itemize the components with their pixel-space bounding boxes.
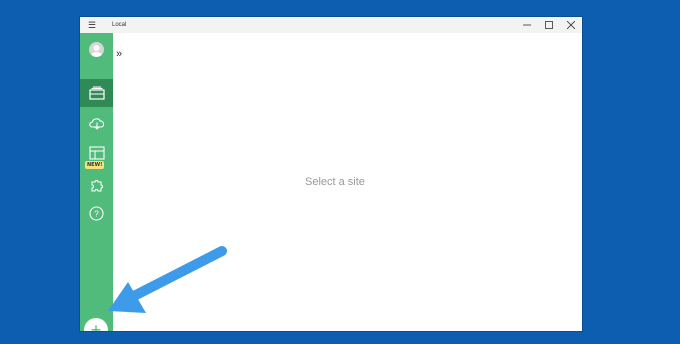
maximize-icon[interactable] — [538, 17, 560, 33]
app-window: ☰ Local NEW! ? + » Select a site — [80, 17, 582, 331]
empty-state-message: Select a site — [305, 176, 365, 188]
sidebar-item-sites[interactable] — [80, 79, 113, 107]
avatar — [89, 41, 104, 57]
title-bar: ☰ Local — [80, 17, 582, 33]
new-badge: NEW! — [85, 161, 105, 169]
cloud-icon — [88, 118, 104, 130]
sidebar-item-addons[interactable] — [80, 171, 113, 199]
puzzle-icon — [91, 180, 103, 192]
close-icon[interactable] — [560, 17, 582, 33]
sidebar-item-help[interactable]: ? — [80, 199, 113, 227]
blueprint-icon — [88, 146, 105, 160]
expand-sidebar-icon[interactable]: » — [116, 48, 122, 60]
sidebar-item-connect[interactable] — [80, 109, 113, 137]
window-title: Local — [112, 22, 127, 28]
svg-text:?: ? — [94, 209, 99, 218]
sidebar: NEW! ? + — [80, 33, 113, 331]
help-icon: ? — [89, 205, 104, 221]
sites-stack-icon — [88, 86, 105, 100]
minimize-icon[interactable] — [516, 17, 538, 33]
add-site-button[interactable]: + — [84, 318, 108, 331]
user-avatar[interactable] — [80, 35, 113, 63]
hamburger-icon[interactable]: ☰ — [80, 17, 104, 33]
